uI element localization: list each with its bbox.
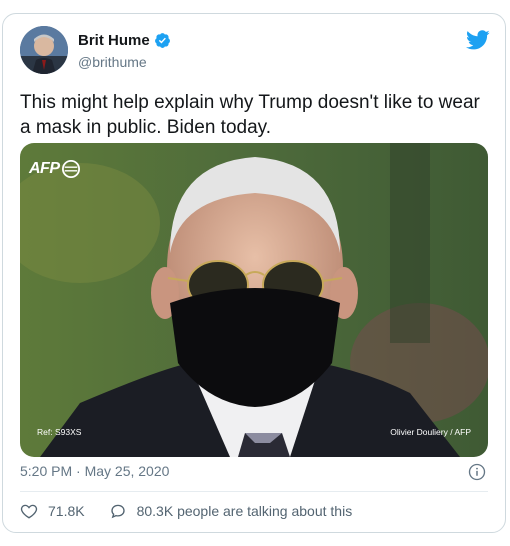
afp-logo: AFP — [29, 160, 80, 178]
tweet-text: This might help explain why Trump doesn'… — [20, 92, 480, 138]
afp-logo-text: AFP — [29, 160, 60, 177]
info-icon[interactable] — [468, 463, 486, 481]
tweet-photo[interactable]: AFP Ref: S93XS Olivier Douliery / AFP — [20, 143, 488, 457]
speech-bubble-icon — [110, 504, 125, 519]
photo-credit: Olivier Douliery / AFP — [390, 427, 471, 437]
globe-icon — [61, 160, 80, 178]
heart-icon — [20, 504, 38, 519]
avatar-image — [20, 26, 68, 74]
divider — [20, 491, 488, 492]
twitter-bird-icon[interactable] — [466, 28, 490, 52]
avatar[interactable] — [20, 26, 68, 74]
like-action[interactable]: 71.8K — [20, 502, 85, 520]
photo-image — [20, 143, 488, 457]
tweet-timestamp[interactable]: 5:20 PM · May 25, 2020 — [20, 463, 169, 479]
photo-ref-label: Ref: S93XS — [37, 427, 82, 437]
talking-count: 80.3K people are talking about this — [136, 503, 353, 519]
engagement-bar: 71.8K 80.3K people are talking about thi… — [20, 502, 352, 520]
author-handle[interactable]: @brithume — [78, 54, 147, 70]
tweet-card[interactable]: Brit Hume @brithume This might help expl… — [2, 13, 506, 533]
verified-badge-icon — [154, 33, 170, 48]
author-name[interactable]: Brit Hume — [78, 32, 171, 49]
like-count: 71.8K — [48, 503, 85, 519]
conversation-action[interactable]: 80.3K people are talking about this — [109, 502, 353, 520]
author-name-text: Brit Hume — [78, 32, 150, 49]
